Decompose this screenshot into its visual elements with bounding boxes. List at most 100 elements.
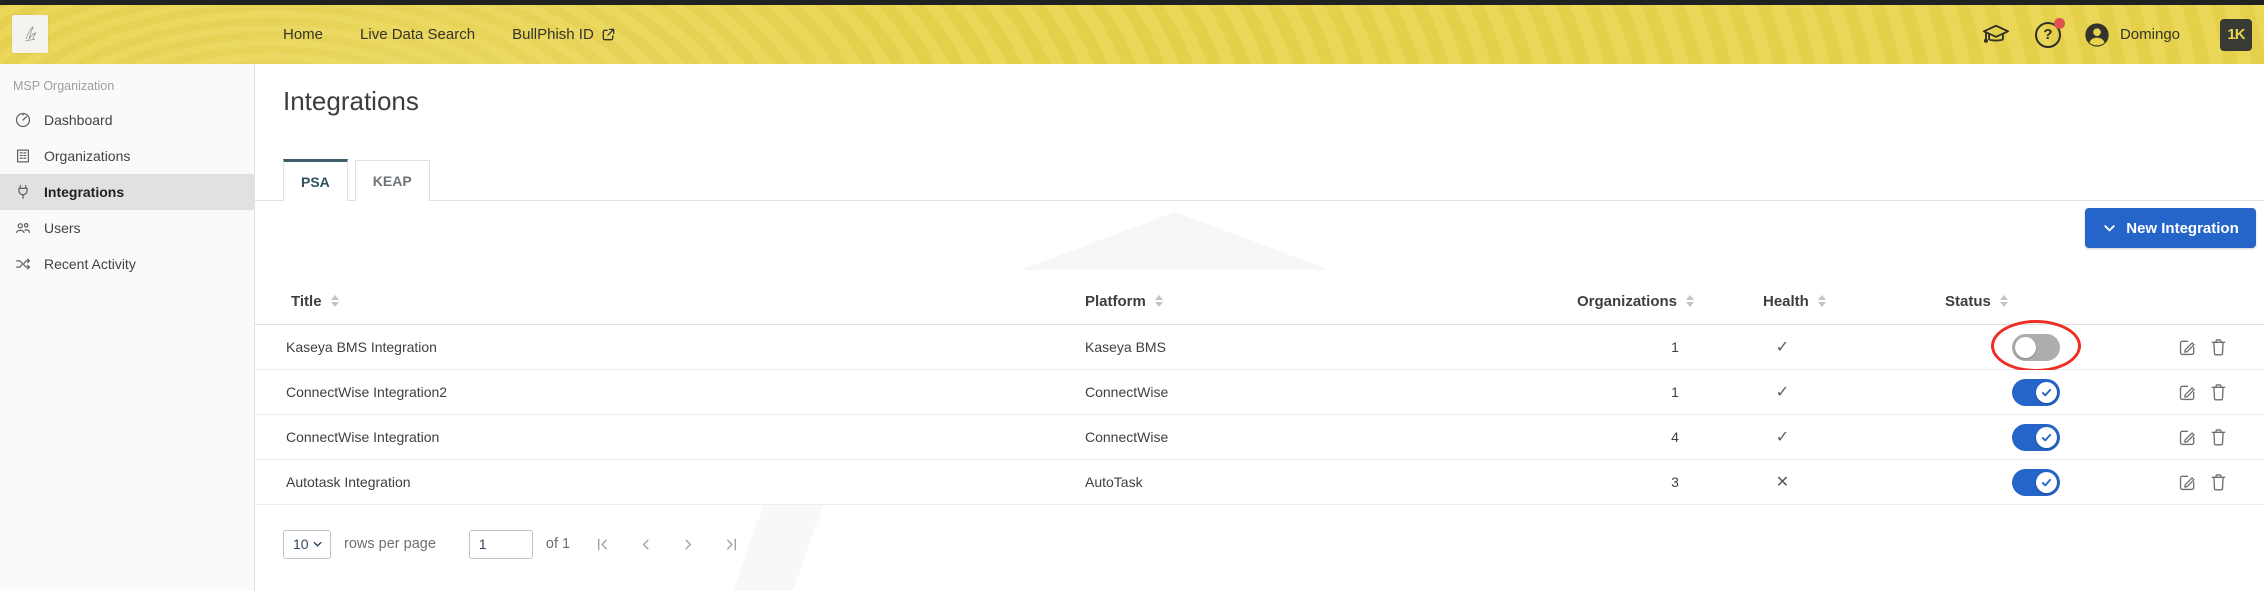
nav-item-home[interactable]: Home — [283, 26, 323, 43]
previous-page-button[interactable] — [637, 536, 654, 553]
page-number-input[interactable] — [468, 529, 533, 559]
column-header-organizations[interactable]: Organizations — [1577, 278, 1695, 324]
nav-item-live-data-search[interactable]: Live Data Search — [360, 26, 475, 43]
cell-title: ConnectWise Integration — [286, 429, 440, 445]
nav-item-label: BullPhish ID — [512, 26, 594, 43]
column-header-label: Status — [1945, 292, 1991, 310]
status-toggle[interactable] — [2012, 468, 2060, 496]
shuffle-icon — [14, 255, 32, 273]
cell-actions — [2177, 415, 2247, 459]
tab-psa[interactable]: PSA — [283, 159, 348, 201]
column-header-platform[interactable]: Platform — [1085, 278, 1163, 324]
toggle-knob — [2036, 426, 2057, 448]
pagination: 10 rows per page of 1 — [283, 529, 740, 559]
nav-item-label: Live Data Search — [360, 26, 476, 43]
health-check-icon: ✓ — [1775, 384, 1790, 401]
topbar: Home Live Data Search BullPhish ID ? Domin… — [0, 5, 2264, 64]
table-row: ConnectWise Integration ConnectWise 4 ✓ — [255, 415, 2264, 460]
delete-button[interactable] — [2209, 472, 2228, 493]
sidebar-item-label: Recent Activity — [44, 256, 136, 272]
cell-platform: AutoTask — [1085, 474, 1143, 490]
sidebar-item-recent-activity[interactable]: Recent Activity — [0, 246, 254, 282]
cell-organizations-count: 1 — [1671, 384, 1679, 400]
column-header-label: Platform — [1085, 292, 1146, 310]
user-name[interactable]: Domingo — [2120, 26, 2180, 43]
toggle-knob — [2036, 471, 2057, 493]
new-integration-label: New Integration — [2126, 219, 2239, 237]
table-row: Kaseya BMS Integration Kaseya BMS 1 ✓ — [255, 319, 2264, 372]
first-page-button[interactable] — [594, 536, 611, 553]
sort-icon[interactable] — [330, 295, 339, 307]
sidebar-item-label: Integrations — [44, 184, 125, 200]
sidebar-section-label: MSP Organization — [13, 79, 115, 93]
tabs-divider — [255, 200, 2264, 201]
building-icon — [14, 147, 32, 165]
cell-title: Kaseya BMS Integration — [286, 339, 437, 355]
kaseya-brand-logo[interactable]: 1K — [2220, 18, 2252, 51]
sidebar-item-integrations[interactable]: Integrations — [0, 174, 254, 210]
page-count-label: of 1 — [545, 536, 571, 552]
column-header-health[interactable]: Health — [1763, 278, 1826, 324]
sidebar-item-organizations[interactable]: Organizations — [0, 138, 254, 174]
external-link-icon — [601, 27, 616, 42]
sidebar-item-label: Users — [44, 220, 81, 236]
status-toggle[interactable] — [2012, 333, 2060, 361]
gauge-icon — [14, 111, 32, 129]
logo-scribble-icon — [20, 23, 40, 45]
column-header-status[interactable]: Status — [1945, 278, 2008, 324]
delete-button[interactable] — [2209, 382, 2228, 403]
cell-actions — [2177, 370, 2247, 414]
sidebar-item-label: Organizations — [44, 148, 131, 164]
plug-icon — [14, 183, 32, 201]
user-avatar-icon[interactable] — [2083, 21, 2111, 49]
status-toggle[interactable] — [2012, 423, 2060, 451]
rows-per-page-value: 10 — [293, 536, 309, 552]
sort-icon[interactable] — [1817, 295, 1826, 307]
cell-status — [1991, 319, 2081, 372]
edit-button[interactable] — [2177, 427, 2198, 448]
nav-item-label: Home — [283, 26, 324, 43]
cell-status — [2000, 370, 2072, 414]
app-logo[interactable] — [12, 15, 48, 53]
tab-keap[interactable]: KEAP — [354, 160, 430, 201]
delete-button[interactable] — [2209, 427, 2228, 448]
cell-platform: Kaseya BMS — [1085, 339, 1166, 355]
toggle-knob — [2036, 381, 2057, 403]
sort-icon[interactable] — [1999, 295, 2008, 307]
sidebar-item-dashboard[interactable]: Dashboard — [0, 102, 254, 138]
select-chevron-icon — [312, 539, 323, 550]
cell-platform: ConnectWise — [1085, 384, 1169, 400]
column-header-label: Health — [1763, 292, 1809, 310]
cell-status — [2000, 415, 2072, 459]
sidebar-item-users[interactable]: Users — [0, 210, 254, 246]
training-graduation-cap-icon[interactable] — [1981, 22, 2011, 48]
topbar-right-cluster: ? Domingo 1K — [1981, 5, 2252, 64]
last-page-button[interactable] — [723, 536, 740, 553]
cell-title: Autotask Integration — [286, 474, 411, 490]
edit-button[interactable] — [2177, 382, 2198, 403]
column-header-label: Organizations — [1577, 292, 1678, 310]
cell-actions — [2177, 460, 2247, 504]
new-integration-button[interactable]: New Integration — [2085, 208, 2256, 248]
help-icon[interactable]: ? — [2034, 17, 2065, 48]
sort-icon[interactable] — [1686, 295, 1695, 307]
delete-button[interactable] — [2209, 337, 2228, 358]
health-check-icon: ✓ — [1775, 339, 1790, 356]
rows-per-page-select[interactable]: 10 — [283, 529, 331, 559]
table-row: ConnectWise Integration2 ConnectWise 1 ✓ — [255, 370, 2264, 415]
cell-platform: ConnectWise — [1085, 429, 1169, 445]
next-page-button[interactable] — [680, 536, 697, 553]
tab-bar: PSA KEAP — [283, 159, 430, 201]
sort-icon[interactable] — [1154, 295, 1163, 307]
users-icon — [14, 219, 32, 237]
cell-actions — [2177, 325, 2247, 369]
column-header-title[interactable]: Title — [291, 278, 339, 324]
main-content: Integrations PSA KEAP New Integration Tit… — [255, 64, 2264, 591]
cell-title: ConnectWise Integration2 — [286, 384, 448, 400]
health-cross-icon: ✕ — [1775, 474, 1790, 491]
nav-item-bullphish-id[interactable]: BullPhish ID — [512, 26, 616, 43]
edit-button[interactable] — [2177, 337, 2198, 358]
rows-per-page-label: rows per page — [344, 536, 436, 552]
edit-button[interactable] — [2177, 472, 2198, 493]
status-toggle[interactable] — [2012, 378, 2060, 406]
